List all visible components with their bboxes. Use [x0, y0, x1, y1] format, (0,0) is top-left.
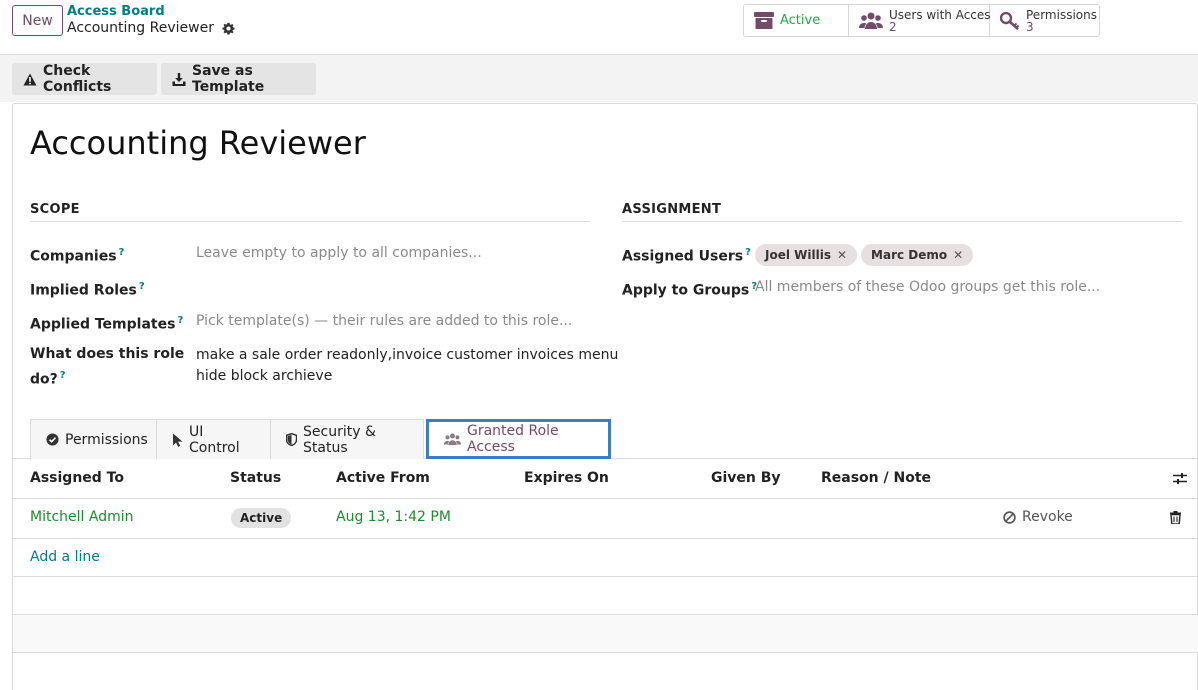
control-panel: New Access Board Accounting Reviewer Act…	[0, 0, 1198, 55]
permissions-button[interactable]: Permissions 3	[990, 5, 1099, 36]
tab-granted-role-access-label: Granted Role Access	[467, 423, 559, 455]
check-circle-icon	[46, 433, 59, 446]
smart-buttons: Active Users with Access 2 Permissions 3	[743, 4, 1100, 37]
col-status[interactable]: Status	[230, 470, 281, 486]
add-a-line-link[interactable]: Add a line	[30, 549, 100, 565]
status-active-button[interactable]: Active	[744, 5, 849, 36]
tab-security-status-label: Security & Status	[303, 423, 376, 456]
permissions-count: 3	[1026, 19, 1034, 34]
table-row[interactable]: Mitchell Admin Active Aug 13, 1:42 PM Re…	[13, 499, 1198, 539]
users-icon	[859, 12, 883, 30]
revoke-label: Revoke	[1022, 509, 1073, 525]
what-label-line-2: do?	[30, 371, 58, 388]
help-marker[interactable]: ?	[139, 281, 145, 292]
close-icon[interactable]: ✕	[953, 245, 963, 266]
tab-permissions-label: Permissions	[65, 431, 148, 448]
assigned-to-cell[interactable]: Mitchell Admin	[30, 509, 134, 525]
scope-heading: SCOPE	[30, 202, 590, 222]
assignment-heading: ASSIGNMENT	[622, 202, 1182, 222]
table-header: Assigned To Status Active From Expires O…	[13, 459, 1198, 499]
users-with-access-button[interactable]: Users with Access 2	[849, 5, 997, 36]
implied-roles-field[interactable]	[196, 277, 586, 298]
tab-permissions[interactable]: Permissions	[30, 419, 156, 459]
what-value-line-1: make a sale order readonly,invoice custo…	[196, 347, 619, 363]
revoke-button[interactable]: Revoke	[1003, 509, 1073, 525]
active-from-cell: Aug 13, 1:42 PM	[336, 509, 451, 525]
save-as-template-button[interactable]: Save as Template	[161, 63, 316, 95]
assigned-users-field[interactable]: Joel Willis ✕ Marc Demo ✕	[755, 244, 977, 266]
user-tag: Joel Willis ✕	[755, 244, 858, 266]
tab-granted-role-access[interactable]: Granted Role Access	[426, 419, 611, 459]
tab-security-status[interactable]: Security & Status	[270, 419, 424, 459]
companies-label: Companies?	[30, 242, 124, 268]
apply-to-groups-label: Apply to Groups?	[622, 276, 757, 302]
companies-field[interactable]: Leave empty to apply to all companies...	[196, 243, 482, 264]
help-marker[interactable]: ?	[177, 315, 183, 326]
help-marker[interactable]: ?	[60, 370, 66, 381]
notebook-tabs: Permissions UI Control Security & Status…	[30, 419, 611, 459]
action-bar: Check Conflicts Save as Template	[0, 55, 1198, 102]
optional-columns-icon[interactable]	[1173, 472, 1187, 485]
empty-row	[13, 577, 1198, 615]
shield-icon	[286, 433, 297, 446]
user-tag: Marc Demo ✕	[861, 244, 974, 266]
tab-ui-control[interactable]: UI Control	[156, 419, 270, 459]
what-does-role-do-field[interactable]: make a sale order readonly,invoice custo…	[196, 345, 618, 387]
applied-templates-label-text: Applied Templates	[30, 316, 176, 333]
companies-label-text: Companies	[30, 248, 117, 265]
what-label-line-1: What does this role	[30, 346, 185, 362]
record-title[interactable]: Accounting Reviewer	[30, 124, 366, 162]
applied-templates-label: Applied Templates?	[30, 310, 183, 336]
gear-icon[interactable]	[222, 22, 235, 35]
col-reason-note[interactable]: Reason / Note	[821, 470, 931, 486]
help-marker[interactable]: ?	[119, 247, 125, 258]
user-tag-label: Marc Demo	[871, 247, 948, 262]
status-badge: Active	[231, 508, 292, 528]
user-tag-label: Joel Willis	[765, 247, 831, 262]
empty-row	[13, 653, 1198, 690]
assigned-users-label: Assigned Users?	[622, 242, 751, 268]
warning-icon	[23, 73, 37, 86]
download-icon	[172, 72, 186, 86]
empty-row	[13, 615, 1198, 653]
trash-icon[interactable]	[1170, 511, 1181, 524]
users-icon	[444, 432, 461, 446]
apply-to-groups-field[interactable]: All members of these Odoo groups get thi…	[755, 277, 1100, 298]
check-conflicts-label: Check Conflicts	[43, 63, 112, 95]
assigned-users-label-text: Assigned Users	[622, 248, 744, 265]
what-value-line-2: hide block archieve	[196, 368, 333, 384]
what-does-role-do-label: What does this role do??	[30, 344, 184, 391]
col-active-from[interactable]: Active From	[336, 470, 430, 486]
key-icon	[1000, 11, 1020, 30]
close-icon[interactable]: ✕	[837, 245, 847, 266]
status-active-label: Active	[780, 13, 821, 28]
breadcrumb-parent-link[interactable]: Access Board	[67, 4, 165, 19]
breadcrumb-current: Accounting Reviewer	[67, 20, 235, 36]
ban-icon	[1003, 510, 1016, 524]
check-conflicts-button[interactable]: Check Conflicts	[12, 63, 157, 95]
save-as-template-label: Save as Template	[192, 63, 265, 95]
tab-ui-control-label: UI Control	[189, 423, 240, 456]
new-button[interactable]: New	[12, 5, 63, 36]
add-line-row: Add a line	[13, 539, 1198, 577]
col-assigned-to[interactable]: Assigned To	[30, 470, 124, 486]
applied-templates-field[interactable]: Pick template(s) — their rules are added…	[196, 311, 572, 332]
help-marker[interactable]: ?	[745, 247, 751, 258]
implied-roles-label-text: Implied Roles	[30, 282, 137, 299]
col-expires-on[interactable]: Expires On	[524, 470, 609, 486]
permissions-label: Permissions	[1026, 7, 1097, 22]
pointer-icon	[172, 433, 183, 447]
implied-roles-label: Implied Roles?	[30, 276, 145, 302]
users-with-access-count: 2	[889, 19, 897, 34]
apply-to-groups-label-text: Apply to Groups	[622, 282, 750, 299]
users-with-access-label: Users with Access	[889, 7, 997, 22]
archive-box-icon	[754, 12, 774, 29]
col-given-by[interactable]: Given By	[711, 470, 781, 486]
form-sheet: Accounting Reviewer SCOPE ASSIGNMENT Com…	[12, 103, 1198, 690]
breadcrumb-current-label: Accounting Reviewer	[67, 20, 214, 36]
